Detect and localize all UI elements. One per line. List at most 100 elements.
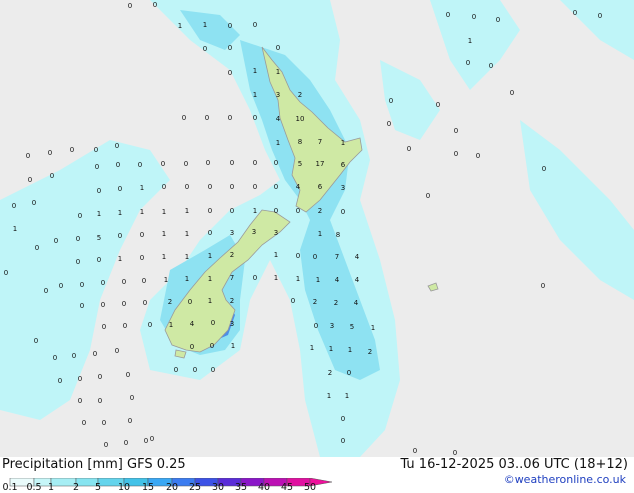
precip-value-label: 1: [327, 392, 331, 400]
precip-value-label: 0: [274, 207, 278, 215]
precip-value-label: 0: [426, 192, 430, 200]
precip-value-label: 0: [70, 146, 74, 154]
precip-value-label: 7: [230, 274, 234, 282]
precip-value-label: 0: [59, 282, 63, 290]
precip-value-label: 0: [454, 150, 458, 158]
precip-value-label: 0: [274, 159, 278, 167]
precip-value-label: 0: [208, 207, 212, 215]
precip-value-label: 0: [80, 302, 84, 310]
precip-value-label: 1: [208, 297, 212, 305]
precip-value-label: 0: [542, 165, 546, 173]
precip-value-label: 2: [368, 348, 372, 356]
precip-value-label: 1: [310, 344, 314, 352]
precip-value-label: 4: [355, 276, 360, 284]
precip-value-label: 0: [253, 21, 257, 29]
precip-value-label: 0: [140, 254, 144, 262]
precip-value-label: 1: [341, 139, 345, 147]
credit-link[interactable]: ©weatheronline.co.uk: [504, 473, 626, 486]
precip-value-label: 0: [185, 183, 189, 191]
scale-tick-label: 45: [280, 482, 294, 493]
precip-value-label: 0: [28, 176, 32, 184]
precip-value-label: 0: [98, 397, 102, 405]
precip-value-label: 3: [276, 91, 280, 99]
precip-value-label: 3: [230, 320, 234, 328]
precip-value-label: 1: [162, 230, 166, 238]
footer-bar: Precipitation [mm] GFS 0.25 Tu 16-12-202…: [0, 457, 634, 493]
precip-value-label: 0: [314, 322, 318, 330]
precip-value-label: 2: [334, 299, 338, 307]
precip-value-label: 0: [573, 9, 577, 17]
precip-value-label: 0: [115, 347, 119, 355]
precip-value-label: 0: [598, 12, 602, 20]
precip-value-label: 0: [138, 161, 142, 169]
precip-value-label: 8: [336, 231, 340, 239]
precip-value-label: 0: [228, 22, 232, 30]
precip-value-label: 1: [371, 324, 375, 332]
precip-value-label: 7: [335, 253, 339, 261]
precip-value-label: 0: [413, 447, 417, 455]
precip-value-label: 0: [122, 278, 126, 286]
precip-value-label: 0: [253, 183, 257, 191]
precip-value-label: 0: [102, 323, 106, 331]
precip-value-label: 4: [190, 320, 195, 328]
precip-value-label: 1: [318, 230, 322, 238]
precip-value-label: 0: [162, 183, 166, 191]
precip-value-label: 1: [169, 321, 173, 329]
precip-value-label: 1: [162, 253, 166, 261]
scale-tick-label: 0.5: [26, 482, 42, 493]
precip-value-label: 1: [203, 21, 207, 29]
precip-value-label: 0: [446, 11, 450, 19]
precip-value-label: 0: [489, 62, 493, 70]
precip-value-label: 10: [296, 115, 305, 123]
precip-value-label: 0: [95, 163, 99, 171]
precip-value-label: 0: [126, 371, 130, 379]
precip-value-label: 0: [76, 258, 80, 266]
precip-value-label: 0: [124, 439, 128, 447]
precip-value-label: 0: [50, 172, 54, 180]
precip-value-label: 0: [54, 237, 58, 245]
scale-tick-label: 10: [117, 482, 131, 493]
precip-value-label: 1: [185, 253, 189, 261]
precip-value-label: 0: [130, 394, 134, 402]
precip-value-label: 1: [345, 392, 349, 400]
precip-value-label: 0: [210, 342, 214, 350]
precip-value-label: 0: [118, 185, 122, 193]
precip-value-label: 4: [354, 299, 359, 307]
precip-value-label: 0: [230, 207, 234, 215]
precip-value-label: 1: [253, 207, 257, 215]
precip-value-label: 0: [101, 301, 105, 309]
precip-value-label: 1: [296, 275, 300, 283]
precip-value-label: 0: [44, 287, 48, 295]
precip-value-label: 0: [128, 417, 132, 425]
precip-value-label: 2: [328, 369, 332, 377]
precip-value-label: 0: [341, 415, 345, 423]
precip-value-label: 0: [496, 16, 500, 24]
precip-value-label: 4: [335, 276, 340, 284]
precip-value-label: 0: [291, 297, 295, 305]
precip-value-label: 0: [97, 256, 101, 264]
precip-value-label: 1: [140, 184, 144, 192]
precip-value-label: 0: [472, 13, 476, 21]
precip-value-label: 0: [78, 397, 82, 405]
precip-value-label: 0: [123, 322, 127, 330]
precipitation-map[interactable]: 0 0 1 1 0 0 0 0 0 0 1 1 1 3 2 10 4 0 0 0 0 1 8 7 1 5 17 6 0 0 0 0 0 0 0 0 0 4…: [0, 0, 634, 457]
precip-value-label: 0: [102, 419, 106, 427]
precip-value-label: 0: [78, 375, 82, 383]
precip-value-label: 0: [122, 300, 126, 308]
precip-value-label: 0: [116, 161, 120, 169]
precip-value-label: 0: [296, 252, 300, 260]
precip-value-label: 0: [144, 437, 148, 445]
weather-map-page: 0 0 1 1 0 0 0 0 0 0 1 1 1 3 2 10 4 0 0 0 0 1 8 7 1 5 17 6 0 0 0 0 0 0 0 0 0 4…: [0, 0, 634, 493]
scale-tick-label: 1: [47, 482, 55, 493]
precip-value-label: 0: [101, 279, 105, 287]
precip-value-label: 1: [185, 207, 189, 215]
precip-value-label: 1: [329, 345, 333, 353]
precip-value-label: 0: [140, 231, 144, 239]
precip-value-label: 0: [32, 199, 36, 207]
precip-value-label: 0: [78, 212, 82, 220]
precip-value-label: 1: [162, 208, 166, 216]
precip-value-label: 1: [253, 67, 257, 75]
precip-value-label: 0: [184, 160, 188, 168]
precip-value-label: 1: [118, 255, 122, 263]
precip-value-label: 1: [231, 342, 235, 350]
